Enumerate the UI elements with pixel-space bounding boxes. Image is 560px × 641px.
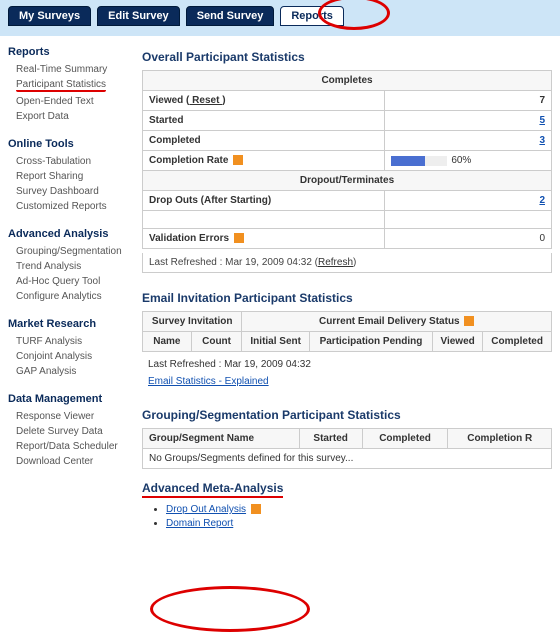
viewed-label: Viewed ( Reset )	[143, 91, 385, 111]
grouping-table: Group/Segment Name Started Completed Com…	[142, 428, 552, 469]
sidebar-item-realtime[interactable]: Real-Time Summary	[8, 62, 132, 77]
sidebar-item-participant-stats[interactable]: Participant Statistics	[8, 77, 132, 94]
help-icon[interactable]	[233, 155, 243, 165]
cr-label: Completion Rate	[143, 151, 385, 171]
sidebar-item-conjoint[interactable]: Conjoint Analysis	[8, 349, 132, 364]
grouping-col-completed: Completed	[362, 429, 448, 449]
email-col-viewed: Viewed	[433, 332, 483, 352]
tab-send-survey[interactable]: Send Survey	[186, 6, 275, 26]
sidebar-item-open-ended[interactable]: Open-Ended Text	[8, 94, 132, 109]
sidebar-head-market-research[interactable]: Market Research	[8, 318, 132, 330]
cr-bar	[391, 156, 447, 166]
sidebar-item-adhoc[interactable]: Ad-Hoc Query Tool	[8, 274, 132, 289]
completes-header: Completes	[143, 71, 552, 91]
email-table: Survey Invitation Current Email Delivery…	[142, 311, 552, 352]
started-label: Started	[143, 111, 385, 131]
email-survey-inv: Survey Invitation	[143, 312, 242, 332]
sidebar-item-turf[interactable]: TURF Analysis	[8, 334, 132, 349]
sidebar-item-report-sharing[interactable]: Report Sharing	[8, 169, 132, 184]
email-col-completed: Completed	[483, 332, 552, 352]
dropouts-label: Drop Outs (After Starting)	[143, 191, 385, 211]
sidebar-item-crosstab[interactable]: Cross-Tabulation	[8, 154, 132, 169]
sidebar-item-config-analytics[interactable]: Configure Analytics	[8, 289, 132, 304]
help-icon[interactable]	[234, 233, 244, 243]
tab-edit-survey[interactable]: Edit Survey	[97, 6, 180, 26]
dropout-header: Dropout/Terminates	[143, 171, 552, 191]
overall-title: Overall Participant Statistics	[142, 50, 552, 64]
sidebar-item-response-viewer[interactable]: Response Viewer	[8, 409, 132, 424]
overall-refresh-line: Last Refreshed : Mar 19, 2009 04:32 (Ref…	[142, 253, 552, 273]
grouping-col-name: Group/Segment Name	[143, 429, 300, 449]
email-col-name: Name	[143, 332, 192, 352]
email-title: Email Invitation Participant Statistics	[142, 291, 552, 305]
valerr-label: Validation Errors	[143, 229, 385, 249]
cr-text: 60%	[451, 155, 471, 166]
help-icon[interactable]	[251, 504, 261, 514]
sidebar-item-trend[interactable]: Trend Analysis	[8, 259, 132, 274]
email-col-initial: Initial Sent	[242, 332, 310, 352]
email-col-count: Count	[191, 332, 242, 352]
sidebar-head-data-mgmt[interactable]: Data Management	[8, 393, 132, 405]
completed-label: Completed	[143, 131, 385, 151]
reset-link[interactable]: Reset	[189, 95, 222, 106]
grouping-title: Grouping/Segmentation Participant Statis…	[142, 408, 552, 422]
grouping-empty: No Groups/Segments defined for this surv…	[143, 449, 552, 469]
valerr-value: 0	[385, 229, 552, 249]
email-curr-status: Current Email Delivery Status	[242, 312, 552, 332]
blank-row-label	[143, 211, 385, 229]
refresh-link[interactable]: Refresh	[318, 257, 353, 268]
sidebar-head-reports[interactable]: Reports	[8, 46, 132, 58]
sidebar-head-advanced-analysis[interactable]: Advanced Analysis	[8, 228, 132, 240]
link-domain-report[interactable]: Domain Report	[166, 518, 233, 529]
sidebar-item-download-center[interactable]: Download Center	[8, 454, 132, 469]
completed-value-link[interactable]: 3	[539, 135, 545, 146]
blank-row-value	[385, 211, 552, 229]
email-explained-link[interactable]: Email Statistics - Explained	[148, 376, 269, 387]
sidebar-item-customized-reports[interactable]: Customized Reports	[8, 199, 132, 214]
email-col-pending: Participation Pending	[309, 332, 432, 352]
sidebar-item-delete-data[interactable]: Delete Survey Data	[8, 424, 132, 439]
email-refreshed: Last Refreshed : Mar 19, 2009 04:32	[142, 356, 552, 373]
started-value-link[interactable]: 5	[539, 115, 545, 126]
grouping-col-cr: Completion R	[448, 429, 552, 449]
dropouts-value-link[interactable]: 2	[539, 195, 545, 206]
tab-my-surveys[interactable]: My Surveys	[8, 6, 91, 26]
meta-title: Advanced Meta-Analysis	[142, 481, 552, 498]
sidebar-item-gap[interactable]: GAP Analysis	[8, 364, 132, 379]
sidebar-head-online-tools[interactable]: Online Tools	[8, 138, 132, 150]
grouping-col-started: Started	[299, 429, 362, 449]
overall-table: Completes Viewed ( Reset ) 7 Started 5 C…	[142, 70, 552, 249]
sidebar-item-scheduler[interactable]: Report/Data Scheduler	[8, 439, 132, 454]
sidebar: Reports Real-Time Summary Participant St…	[8, 46, 142, 532]
sidebar-item-export[interactable]: Export Data	[8, 109, 132, 124]
sidebar-item-grouping[interactable]: Grouping/Segmentation	[8, 244, 132, 259]
tab-reports[interactable]: Reports	[280, 6, 344, 26]
annotation-oval-meta	[150, 586, 310, 632]
sidebar-item-survey-dashboard[interactable]: Survey Dashboard	[8, 184, 132, 199]
help-icon[interactable]	[464, 316, 474, 326]
link-dropout-analysis[interactable]: Drop Out Analysis	[166, 504, 246, 515]
viewed-value: 7	[385, 91, 552, 111]
